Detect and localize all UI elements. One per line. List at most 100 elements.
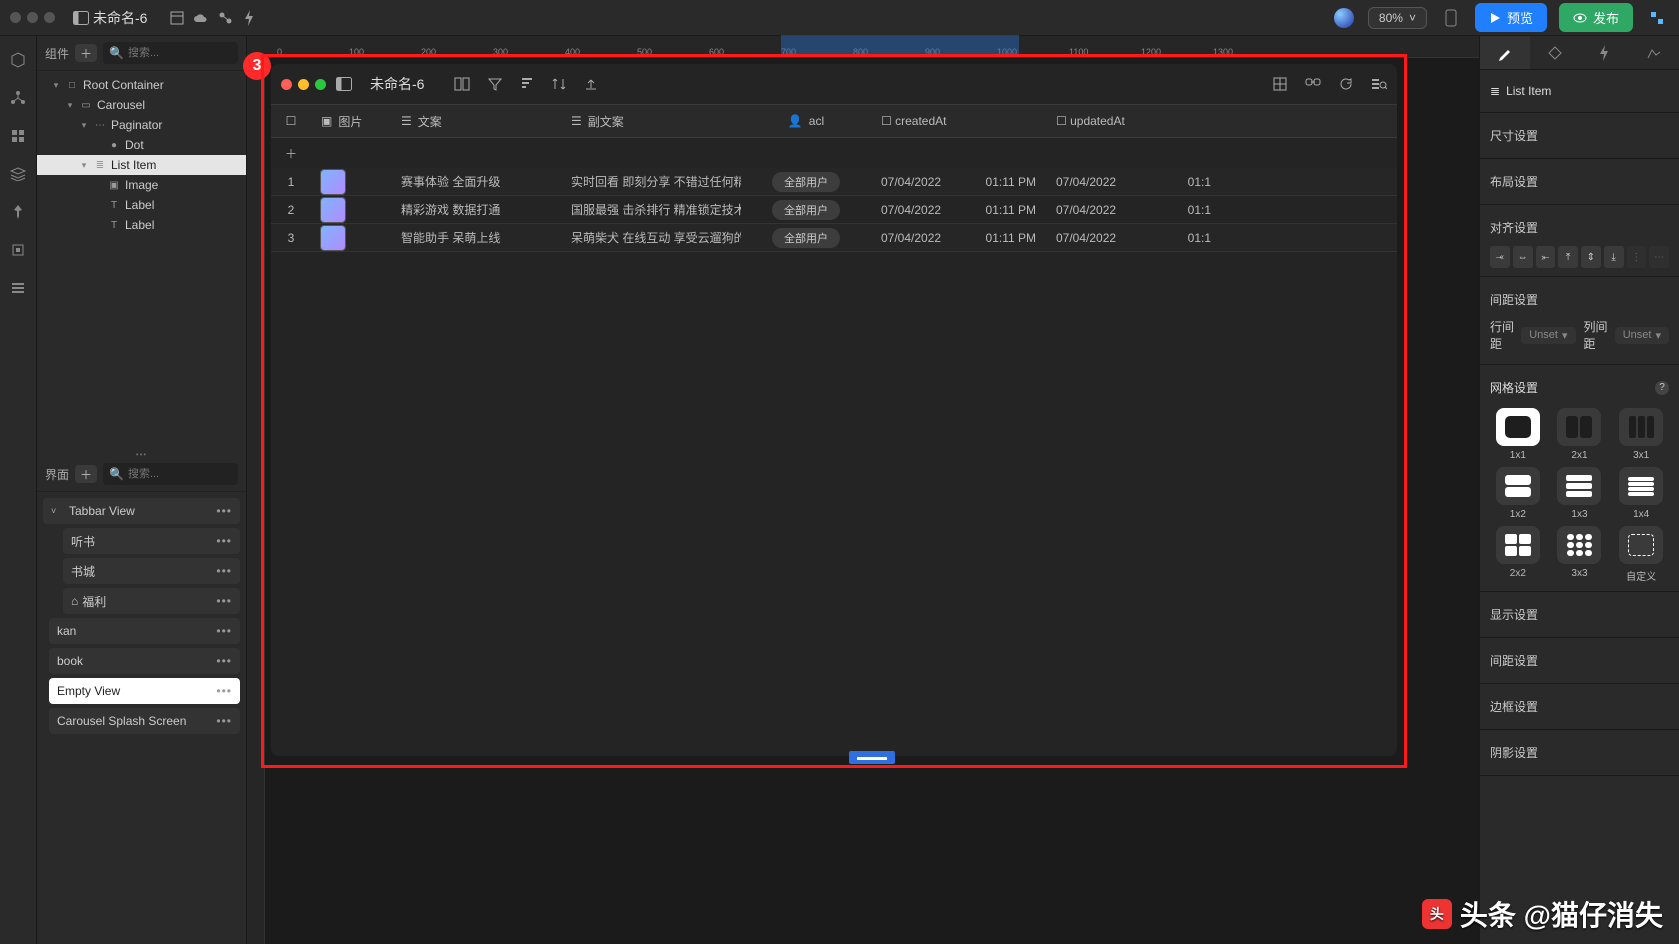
canvas-viewport[interactable]: 3 未命名-6 xyxy=(265,58,1479,824)
grid-option[interactable]: 自定义 xyxy=(1613,526,1669,583)
components-search[interactable]: 🔍 xyxy=(103,42,238,64)
tree-item[interactable]: ▾≣List Item xyxy=(37,155,246,175)
scene-more-icon[interactable]: ••• xyxy=(216,624,232,638)
grid-option[interactable]: 1x3 xyxy=(1552,467,1608,520)
add-component-button[interactable]: ＋ xyxy=(75,44,97,62)
cube-icon[interactable] xyxy=(8,50,28,70)
components-search-input[interactable] xyxy=(128,47,232,59)
add-scene-button[interactable]: ＋ xyxy=(75,465,97,483)
tree-item[interactable]: TLabel xyxy=(37,195,246,215)
table-row[interactable]: 1 赛事体验 全面升级 实时回看 即刻分享 不错过任何精... 全部用户 07/… xyxy=(271,168,1397,196)
minimize-dot[interactable] xyxy=(27,12,38,23)
scene-row[interactable]: Empty View••• xyxy=(49,678,240,704)
settings-extra-icon[interactable] xyxy=(1645,6,1669,30)
col-acl[interactable]: 👤 acl xyxy=(741,114,871,128)
tree-item[interactable]: ▾▭Carousel xyxy=(37,95,246,115)
row-gap-value[interactable]: Unset ▾ xyxy=(1521,327,1575,344)
upload-icon[interactable] xyxy=(584,77,598,91)
acl-pill[interactable]: 全部用户 xyxy=(772,200,840,220)
section-display[interactable]: 显示设置 xyxy=(1490,600,1669,629)
sidebar-toggle-icon[interactable] xyxy=(69,6,93,30)
scene-more-icon[interactable]: ••• xyxy=(216,594,232,608)
structure-icon[interactable] xyxy=(8,88,28,108)
col-image[interactable]: ▣ 图片 xyxy=(311,113,391,130)
scene-row[interactable]: book••• xyxy=(49,648,240,674)
acl-pill[interactable]: 全部用户 xyxy=(772,172,840,192)
avatar-icon[interactable] xyxy=(1332,6,1356,30)
grid-option[interactable]: 3x1 xyxy=(1613,408,1669,461)
add-row-button[interactable]: ＋ xyxy=(271,138,1397,168)
zoom-dot[interactable] xyxy=(44,12,55,23)
order-icon[interactable] xyxy=(552,77,566,91)
refresh-icon[interactable] xyxy=(1339,77,1353,91)
tab-action[interactable] xyxy=(1580,36,1630,69)
col-text1[interactable]: ☰ 文案 xyxy=(391,113,561,130)
expand-icon[interactable] xyxy=(1273,77,1287,91)
scene-row[interactable]: ⌂福利••• xyxy=(63,588,240,614)
search-list-icon[interactable] xyxy=(1371,77,1387,91)
grid-option[interactable]: 1x4 xyxy=(1613,467,1669,520)
link-icon[interactable] xyxy=(1305,77,1321,91)
grid-icon[interactable] xyxy=(8,126,28,146)
columns-icon[interactable] xyxy=(454,77,470,91)
preview-button[interactable]: 预览 xyxy=(1475,3,1547,32)
align-right[interactable]: ⤜ xyxy=(1536,246,1556,268)
close-dot[interactable] xyxy=(10,12,21,23)
col-updated[interactable]: ☐ updatedAt xyxy=(1046,114,1221,128)
tree-item[interactable]: ●Dot xyxy=(37,135,246,155)
tab-style[interactable] xyxy=(1480,36,1530,69)
grid-option[interactable]: 3x3 xyxy=(1552,526,1608,583)
scenes-search[interactable]: 🔍 xyxy=(103,463,238,485)
zoom-selector[interactable]: 80%˅ xyxy=(1368,7,1427,29)
scene-row[interactable]: ˅Tabbar View••• xyxy=(43,498,240,524)
table-row[interactable]: 2 精彩游戏 数据打通 国服最强 击杀排行 精准锁定技术... 全部用户 07/… xyxy=(271,196,1397,224)
pin-icon[interactable] xyxy=(8,202,28,222)
tree-item[interactable]: ▣Image xyxy=(37,175,246,195)
col-created[interactable]: ☐ createdAt xyxy=(871,114,1046,128)
section-spacing2[interactable]: 间距设置 xyxy=(1490,646,1669,675)
scenes-search-input[interactable] xyxy=(128,468,232,480)
acl-pill[interactable]: 全部用户 xyxy=(772,228,840,248)
help-icon[interactable]: ? xyxy=(1655,381,1669,395)
scene-row[interactable]: 书城••• xyxy=(63,558,240,584)
panel-toggle-icon[interactable] xyxy=(336,77,352,91)
scene-more-icon[interactable]: ••• xyxy=(216,564,232,578)
tree-item[interactable]: ▾⋯Paginator xyxy=(37,115,246,135)
align-left[interactable]: ⤛ xyxy=(1490,246,1510,268)
scene-row[interactable]: 听书••• xyxy=(63,528,240,554)
component-icon[interactable] xyxy=(8,240,28,260)
cloud-icon[interactable] xyxy=(189,6,213,30)
scene-row[interactable]: Carousel Splash Screen••• xyxy=(49,708,240,734)
section-size[interactable]: 尺寸设置 xyxy=(1490,121,1669,150)
grid-option[interactable]: 1x1 xyxy=(1490,408,1546,461)
scene-row[interactable]: kan••• xyxy=(49,618,240,644)
tree-item[interactable]: ▾□Root Container xyxy=(37,75,246,95)
align-bottom[interactable]: ⤓ xyxy=(1604,246,1624,268)
scene-more-icon[interactable]: ••• xyxy=(216,504,232,518)
flash-icon[interactable] xyxy=(237,6,261,30)
sort-icon[interactable] xyxy=(520,77,534,91)
tab-advanced[interactable] xyxy=(1629,36,1679,69)
col-gap-value[interactable]: Unset ▾ xyxy=(1615,327,1669,344)
grid-option[interactable]: 1x2 xyxy=(1490,467,1546,520)
section-border[interactable]: 边框设置 xyxy=(1490,692,1669,721)
grid-option[interactable]: 2x1 xyxy=(1552,408,1608,461)
tree-item[interactable]: TLabel xyxy=(37,215,246,235)
align-hcenter[interactable]: ⇔ xyxy=(1513,246,1533,268)
layers-rail-icon[interactable] xyxy=(8,164,28,184)
tab-data[interactable] xyxy=(1530,36,1580,69)
publish-button[interactable]: 发布 xyxy=(1559,3,1633,32)
col-text2[interactable]: ☰ 副文案 xyxy=(561,113,741,130)
list-rail-icon[interactable] xyxy=(8,278,28,298)
col-checkbox[interactable]: ☐ xyxy=(271,114,311,128)
scene-more-icon[interactable]: ••• xyxy=(216,684,232,698)
scene-more-icon[interactable]: ••• xyxy=(216,654,232,668)
grid-option[interactable]: 2x2 xyxy=(1490,526,1546,583)
scene-more-icon[interactable]: ••• xyxy=(216,534,232,548)
section-shadow[interactable]: 阴影设置 xyxy=(1490,738,1669,767)
scene-more-icon[interactable]: ••• xyxy=(216,714,232,728)
section-layout[interactable]: 布局设置 xyxy=(1490,167,1669,196)
layers-icon[interactable] xyxy=(165,6,189,30)
filter-icon[interactable] xyxy=(488,77,502,91)
align-top[interactable]: ⤒ xyxy=(1558,246,1578,268)
